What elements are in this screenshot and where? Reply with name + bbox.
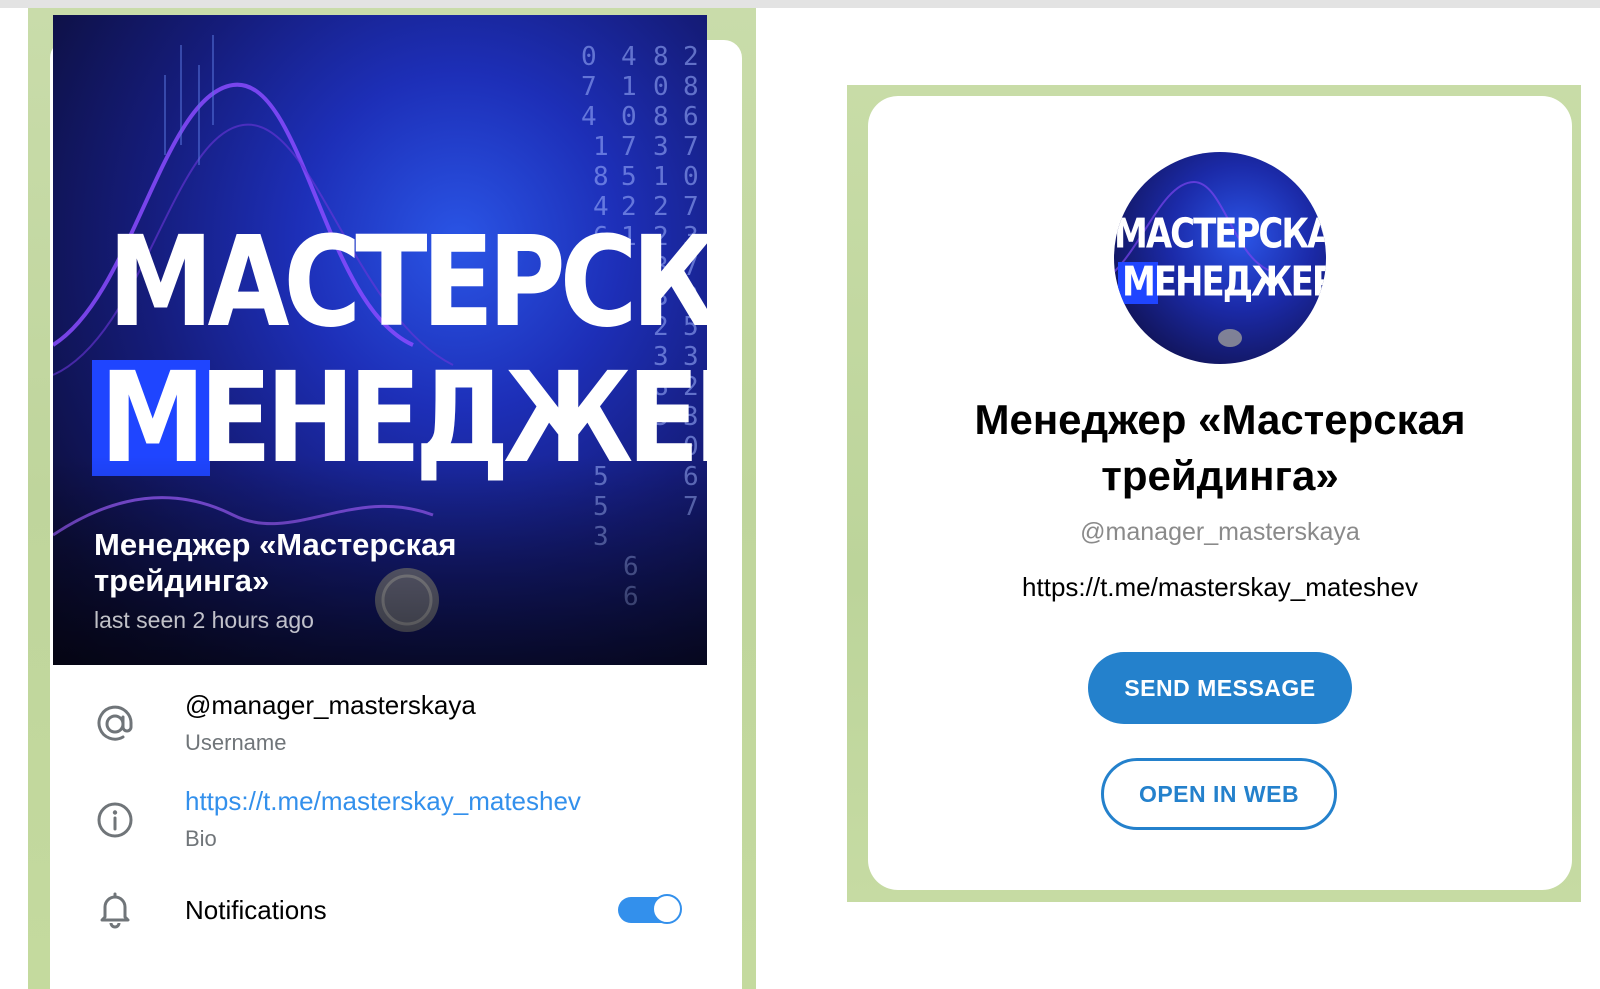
svg-text:4: 4 <box>581 102 597 132</box>
cover-logo: МАСТЕРСКАЯ МЕНЕДЖЕР <box>92 209 707 480</box>
svg-text:0: 0 <box>683 162 699 192</box>
svg-text:8: 8 <box>683 72 699 102</box>
svg-text:6: 6 <box>683 102 699 132</box>
svg-text:1: 1 <box>593 132 609 162</box>
bio-row[interactable]: https://t.me/masterskay_mateshev Bio <box>50 776 742 856</box>
notifications-label: Notifications <box>185 895 327 925</box>
svg-text:7: 7 <box>621 132 637 162</box>
bell-icon <box>95 889 135 929</box>
preview-bio: https://t.me/masterskay_mateshev <box>1022 572 1418 602</box>
svg-text:7: 7 <box>683 132 699 162</box>
profile-cover-photo[interactable]: 0482 7108 4086 1737 8510 4227 6123 37 33… <box>53 15 707 665</box>
last-seen-status: last seen 2 hours ago <box>94 607 314 633</box>
svg-text:0: 0 <box>621 102 637 132</box>
svg-text:8: 8 <box>593 162 609 192</box>
toggle-knob <box>652 894 682 924</box>
open-in-web-button[interactable]: OPEN IN WEB <box>1101 758 1337 830</box>
svg-text:2: 2 <box>683 42 699 72</box>
svg-text:7: 7 <box>581 72 597 102</box>
at-sign-icon <box>95 704 135 744</box>
username-row[interactable]: @manager_masterskaya Username <box>50 680 742 760</box>
send-message-button[interactable]: SEND MESSAGE <box>1088 652 1352 724</box>
preview-username: @manager_masterskaya <box>1080 518 1360 546</box>
browser-top-edge <box>0 0 1600 8</box>
svg-text:5: 5 <box>621 162 637 192</box>
avatar-logo-line2: МЕНЕДЖЕР <box>1122 258 1326 307</box>
preview-avatar: МАСТЕРСКАЯ МЕНЕДЖЕР <box>1114 152 1326 364</box>
svg-text:1: 1 <box>621 72 637 102</box>
bio-link[interactable]: https://t.me/masterskay_mateshev <box>185 786 581 817</box>
username-value: @manager_masterskaya <box>185 690 476 720</box>
info-icon <box>95 800 135 840</box>
svg-text:8: 8 <box>653 42 669 72</box>
svg-text:0: 0 <box>653 72 669 102</box>
avatar-logo-line1: МАСТЕРСКАЯ <box>1114 210 1326 259</box>
cover-logo-line1: МАСТЕРСКАЯ <box>108 209 707 355</box>
preview-title: Менеджер «Мастерская трейдинга» <box>974 396 1466 499</box>
notifications-toggle[interactable] <box>618 894 682 924</box>
svg-text:4: 4 <box>621 42 637 72</box>
svg-text:0: 0 <box>581 42 597 72</box>
svg-text:8: 8 <box>653 102 669 132</box>
avatar-logo-line2-wrap: МЕНЕДЖЕР <box>1114 260 1326 304</box>
svg-text:1: 1 <box>653 162 669 192</box>
svg-text:3: 3 <box>653 132 669 162</box>
username-label: Username <box>185 730 287 755</box>
cover-logo-line2: МЕНЕДЖЕР <box>100 345 707 491</box>
profile-name: Менеджер «Мастерская трейдинга» <box>94 527 457 598</box>
bio-label: Bio <box>185 826 217 851</box>
avatar-logo: МАСТЕРСКАЯ МЕНЕДЖЕР <box>1114 210 1326 304</box>
cover-logo-line2-wrap: МЕНЕДЖЕР <box>78 352 707 480</box>
notifications-row[interactable]: Notifications <box>50 885 742 945</box>
